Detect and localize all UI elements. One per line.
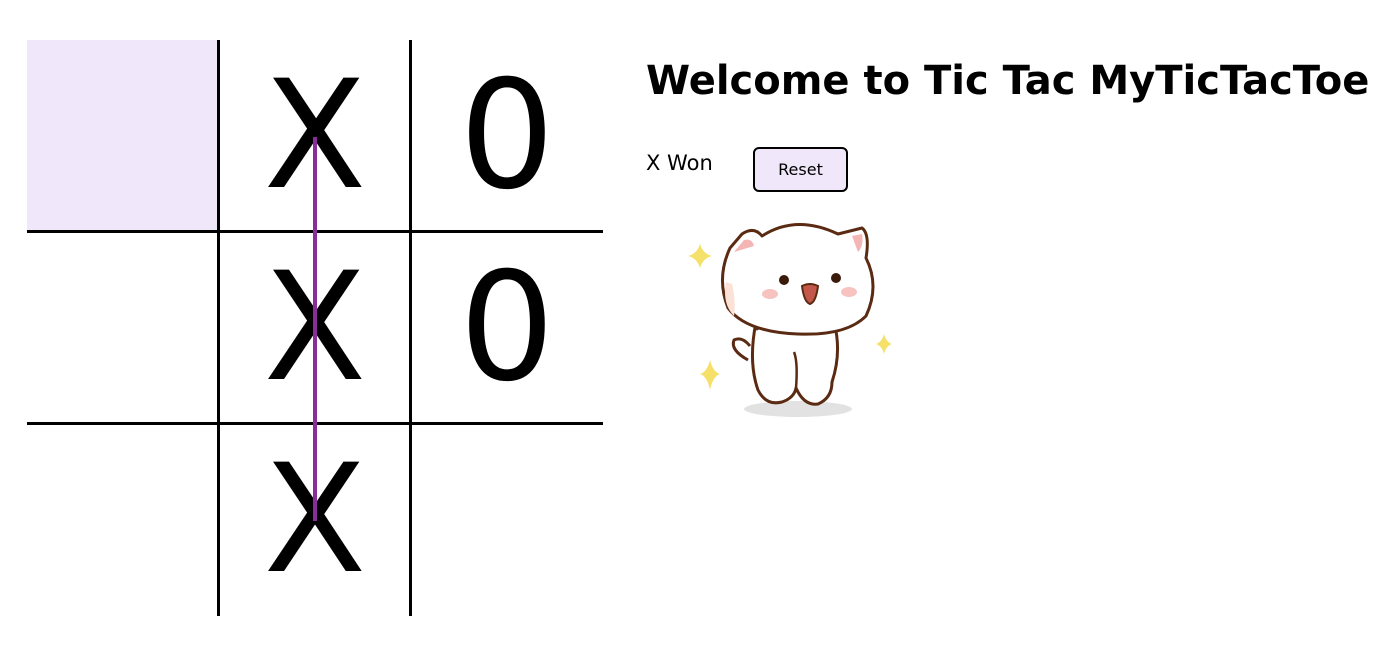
grid-line-vertical-2 [409,40,412,616]
board-cell-2[interactable]: 0 [411,40,603,232]
page-title: Welcome to Tic Tac MyTicTacToe [646,58,1370,104]
board-cell-0[interactable] [27,40,219,232]
board-cell-6[interactable] [27,424,219,616]
happy-cat-sticker-icon [686,212,906,427]
board-cell-8[interactable] [411,424,603,616]
reset-button[interactable]: Reset [753,147,848,192]
game-status: X Won [646,151,713,175]
winning-line [313,137,317,521]
board-cell-3[interactable] [27,232,219,424]
board-cell-5[interactable]: 0 [411,232,603,424]
game-board: X 0 X 0 X [27,40,603,616]
grid-line-vertical-1 [217,40,220,616]
